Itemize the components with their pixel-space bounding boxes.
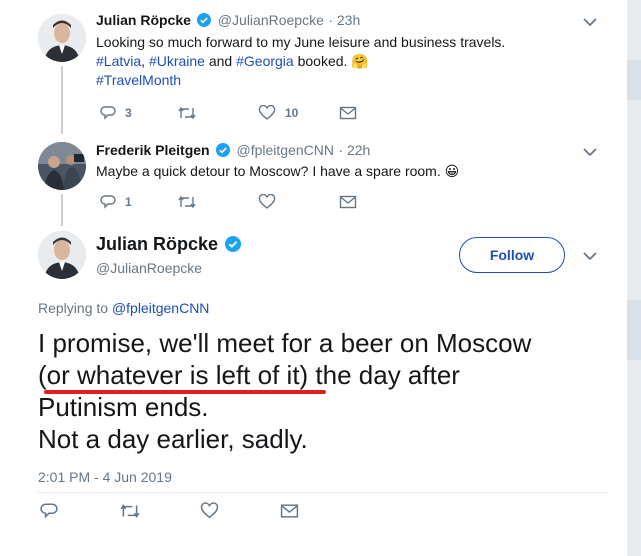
tweet-text-line: Not a day earlier, sadly. [38,424,308,454]
tweet-text-line: Putinism ends. [38,392,209,422]
author-handle[interactable]: @JulianRoepcke [96,260,202,276]
scrollbar-segment [627,300,641,360]
red-underline-annotation [44,390,326,394]
like-button[interactable]: 10 [258,105,298,121]
avatar-julian[interactable] [38,14,86,62]
direct-message-button[interactable] [339,194,357,210]
replying-to: Replying to @fpleitgenCNN [38,300,209,316]
tweet-thread-view: Julian Röpcke @JulianRoepcke · 23h Looki… [0,0,641,556]
verified-badge-icon [224,236,241,257]
tweet2-header: Frederik Pleitgen @fpleitgenCNN · 22h [96,142,370,162]
envelope-icon [339,106,357,120]
reply-icon [100,106,116,120]
retweet-button[interactable] [177,194,197,210]
hashtag-link[interactable]: #TravelMonth [96,72,181,88]
like-button[interactable] [258,194,276,210]
heart-icon [258,105,276,120]
divider [38,492,608,493]
separator-text: , [141,53,149,69]
main-tweet-header: Julian Röpcke [96,234,243,257]
replying-prefix: Replying to [38,300,112,316]
tweet-text-line: (or whatever is left of it) the day afte… [38,360,460,390]
envelope-icon [339,195,357,209]
grinning-emoji: 😀 [444,163,460,179]
hashtag-link[interactable]: #Georgia [236,53,294,69]
retweet-icon [178,195,196,209]
reply-count: 3 [125,106,132,120]
direct-message-button[interactable] [339,105,357,121]
and-text: and [204,53,237,69]
scrollbar-track[interactable] [627,0,641,556]
hashtag-link[interactable]: #Ukraine [149,53,205,69]
envelope-icon [280,504,299,518]
tweet-text-line: #Latvia, #Ukraine and #Georgia booked. 🤗 [96,52,576,71]
tweet-text-line: #TravelMonth [96,71,576,90]
author-handle[interactable]: @fpleitgenCNN [237,142,334,158]
reply-button[interactable]: 1 [100,194,132,210]
verified-badge-icon [197,13,212,32]
author-name[interactable]: Frederik Pleitgen [96,142,210,158]
booked-text: booked. [293,53,348,69]
tweet-timestamp[interactable]: 2:01 PM - 4 Jun 2019 [38,469,172,485]
retweet-icon [178,106,196,120]
retweet-button[interactable] [119,502,141,520]
reply-icon [40,503,58,519]
author-name[interactable]: Julian Röpcke [96,12,191,28]
reply-button[interactable]: 3 [100,105,132,121]
thread-connector [61,194,63,226]
chevron-down-icon[interactable] [582,16,598,28]
like-button[interactable] [200,502,219,520]
reply-icon [100,195,116,209]
thread-connector [61,66,63,134]
heart-icon [200,502,219,519]
avatar-frederik[interactable] [38,142,86,190]
tweet1-text: Looking so much forward to my June leisu… [96,33,576,90]
avatar-julian[interactable] [38,231,86,279]
tweet2-text: Maybe a quick detour to Moscow? I have a… [96,162,576,181]
tweet-text-line: Looking so much forward to my June leisu… [96,34,506,50]
chevron-down-icon[interactable] [582,146,598,158]
hashtag-link[interactable]: #Latvia [96,53,141,69]
reply-count: 1 [125,195,132,209]
tweet-text-line: I promise, we'll meet for a beer on Mosc… [38,328,532,358]
hugging-emoji: 🤗 [351,53,369,69]
tweet1-header: Julian Röpcke @JulianRoepcke · 23h [96,12,360,32]
replying-to-link[interactable]: @fpleitgenCNN [112,300,209,316]
chevron-down-icon[interactable] [582,250,598,262]
retweet-button[interactable] [177,105,197,121]
reply-button[interactable] [40,502,58,520]
retweet-icon [120,504,140,518]
like-count: 10 [285,106,299,120]
author-name[interactable]: Julian Röpcke [96,234,218,254]
tweet-text-line: Maybe a quick detour to Moscow? I have a… [96,163,441,179]
verified-badge-icon [216,143,231,162]
follow-button[interactable]: Follow [459,237,565,273]
author-handle[interactable]: @JulianRoepcke [218,12,324,28]
tweet-time[interactable]: · 23h [328,12,360,28]
direct-message-button[interactable] [280,502,299,520]
scrollbar-segment [627,60,641,100]
tweet-time[interactable]: · 22h [338,142,370,158]
heart-icon [258,194,276,209]
